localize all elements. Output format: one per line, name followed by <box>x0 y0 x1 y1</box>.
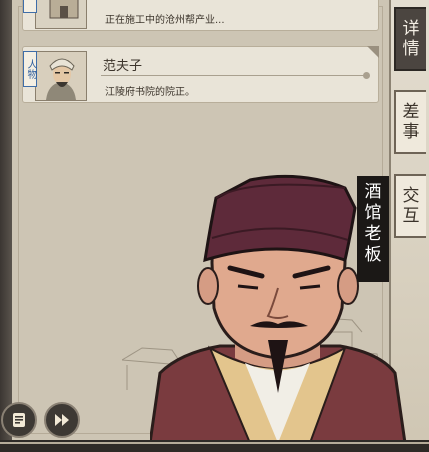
tab-details-char-1: 详 <box>402 19 420 39</box>
speaker-name-banner: 酒 馆 老 板 <box>357 176 389 282</box>
list-card[interactable]: 正在施工中的沧州帮产业... <box>22 0 379 31</box>
card-corner <box>367 46 379 58</box>
divider <box>101 72 370 79</box>
tab-errands[interactable]: 差 事 <box>394 90 426 154</box>
card-description: 江陵府书院的院正。 <box>105 87 195 98</box>
tab-details-char-2: 情 <box>402 39 420 59</box>
dialogue-scene: 正在施工中的沧州帮产业... 人物 范夫子 江陵府书院的院正。 详 情 差 事 … <box>0 0 429 452</box>
list-card[interactable]: 人物 范夫子 江陵府书院的院正。 <box>22 46 379 103</box>
card-tag <box>23 0 37 13</box>
tab-errands-char-1: 差 <box>402 102 420 122</box>
speaker-char-3: 老 <box>364 224 382 244</box>
character-name: 范夫子 <box>103 59 143 74</box>
left-frame <box>0 0 12 440</box>
fast-forward-icon <box>55 414 69 426</box>
speaker-char-4: 板 <box>364 245 382 265</box>
building-thumbnail <box>35 0 87 29</box>
log-icon <box>13 413 25 427</box>
dialogue-box-edge <box>0 440 429 452</box>
scholar-portrait-icon <box>36 52 86 100</box>
person-tag: 人物 <box>23 51 37 87</box>
tab-errands-char-2: 事 <box>402 122 420 142</box>
speaker-char-2: 馆 <box>364 203 382 223</box>
fast-forward-button[interactable] <box>44 402 80 438</box>
building-icon <box>36 0 86 28</box>
portrait-thumbnail <box>35 51 87 101</box>
card-description: 正在施工中的沧州帮产业... <box>105 15 225 26</box>
tab-details[interactable]: 详 情 <box>394 7 426 71</box>
dialogue-log-button[interactable] <box>1 402 37 438</box>
speaker-char-1: 酒 <box>364 182 382 202</box>
